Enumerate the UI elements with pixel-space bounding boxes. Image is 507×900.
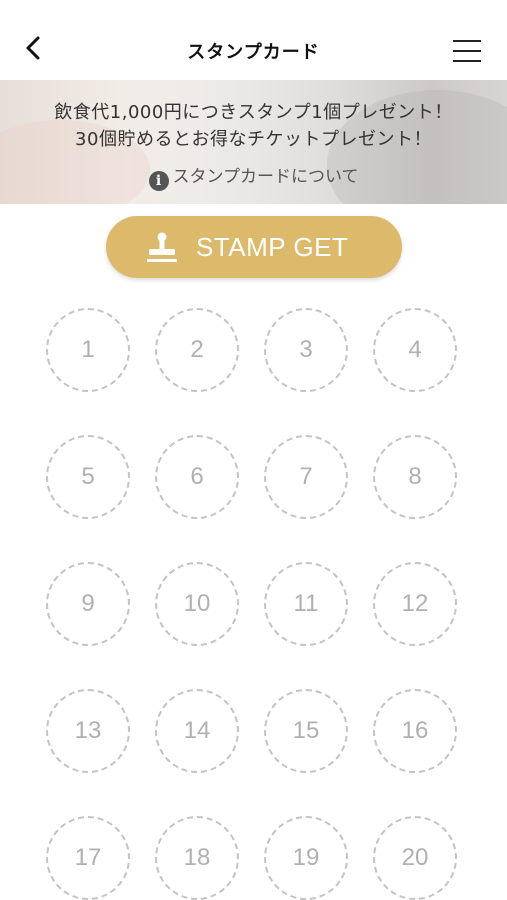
stamp-slot: 7 — [264, 435, 348, 519]
about-stamp-card-label: スタンプカードについて — [172, 167, 359, 187]
about-stamp-card-link[interactable]: i スタンプカードについて — [0, 162, 507, 191]
stamp-icon — [147, 232, 177, 262]
page-title: スタンプカード — [187, 42, 320, 63]
stamp-slot: 9 — [46, 562, 130, 646]
stamp-get-label: STAMP GET — [196, 232, 349, 262]
stamp-slot: 13 — [46, 689, 130, 773]
stamp-slot: 16 — [373, 689, 457, 773]
stamp-get-button[interactable]: STAMP GET — [106, 216, 402, 278]
promo-banner: 飲食代1,000円につきスタンプ1個プレゼント！ 30個貯めるとお得なチケットプ… — [0, 80, 507, 204]
stamp-slot: 12 — [373, 562, 457, 646]
stamp-slot: 3 — [264, 308, 348, 392]
promo-text-line-2: 30個貯めるとお得なチケットプレゼント！ — [75, 129, 432, 150]
stamp-slot: 11 — [264, 562, 348, 646]
stamp-slot: 2 — [155, 308, 239, 392]
info-icon: i — [148, 171, 169, 191]
stamp-slot: 19 — [264, 816, 348, 900]
stamp-slot: 4 — [373, 308, 457, 392]
hamburger-menu-icon — [453, 40, 481, 42]
stamp-slot: 20 — [373, 816, 457, 900]
stamp-slot: 18 — [155, 816, 239, 900]
stamp-slot: 15 — [264, 689, 348, 773]
menu-button[interactable] — [453, 38, 485, 64]
app-header: スタンプカード — [0, 0, 507, 80]
stamp-slot: 5 — [46, 435, 130, 519]
hamburger-menu-icon-bar — [453, 60, 481, 62]
stamp-slot: 8 — [373, 435, 457, 519]
stamp-slot: 17 — [46, 816, 130, 900]
stamp-slot: 1 — [46, 308, 130, 392]
stamp-slot: 10 — [155, 562, 239, 646]
promo-text-line-1: 飲食代1,000円につきスタンプ1個プレゼント！ — [54, 102, 453, 123]
stamp-slot: 14 — [155, 689, 239, 773]
hamburger-menu-icon-bar — [453, 50, 481, 52]
stamp-slot: 6 — [155, 435, 239, 519]
